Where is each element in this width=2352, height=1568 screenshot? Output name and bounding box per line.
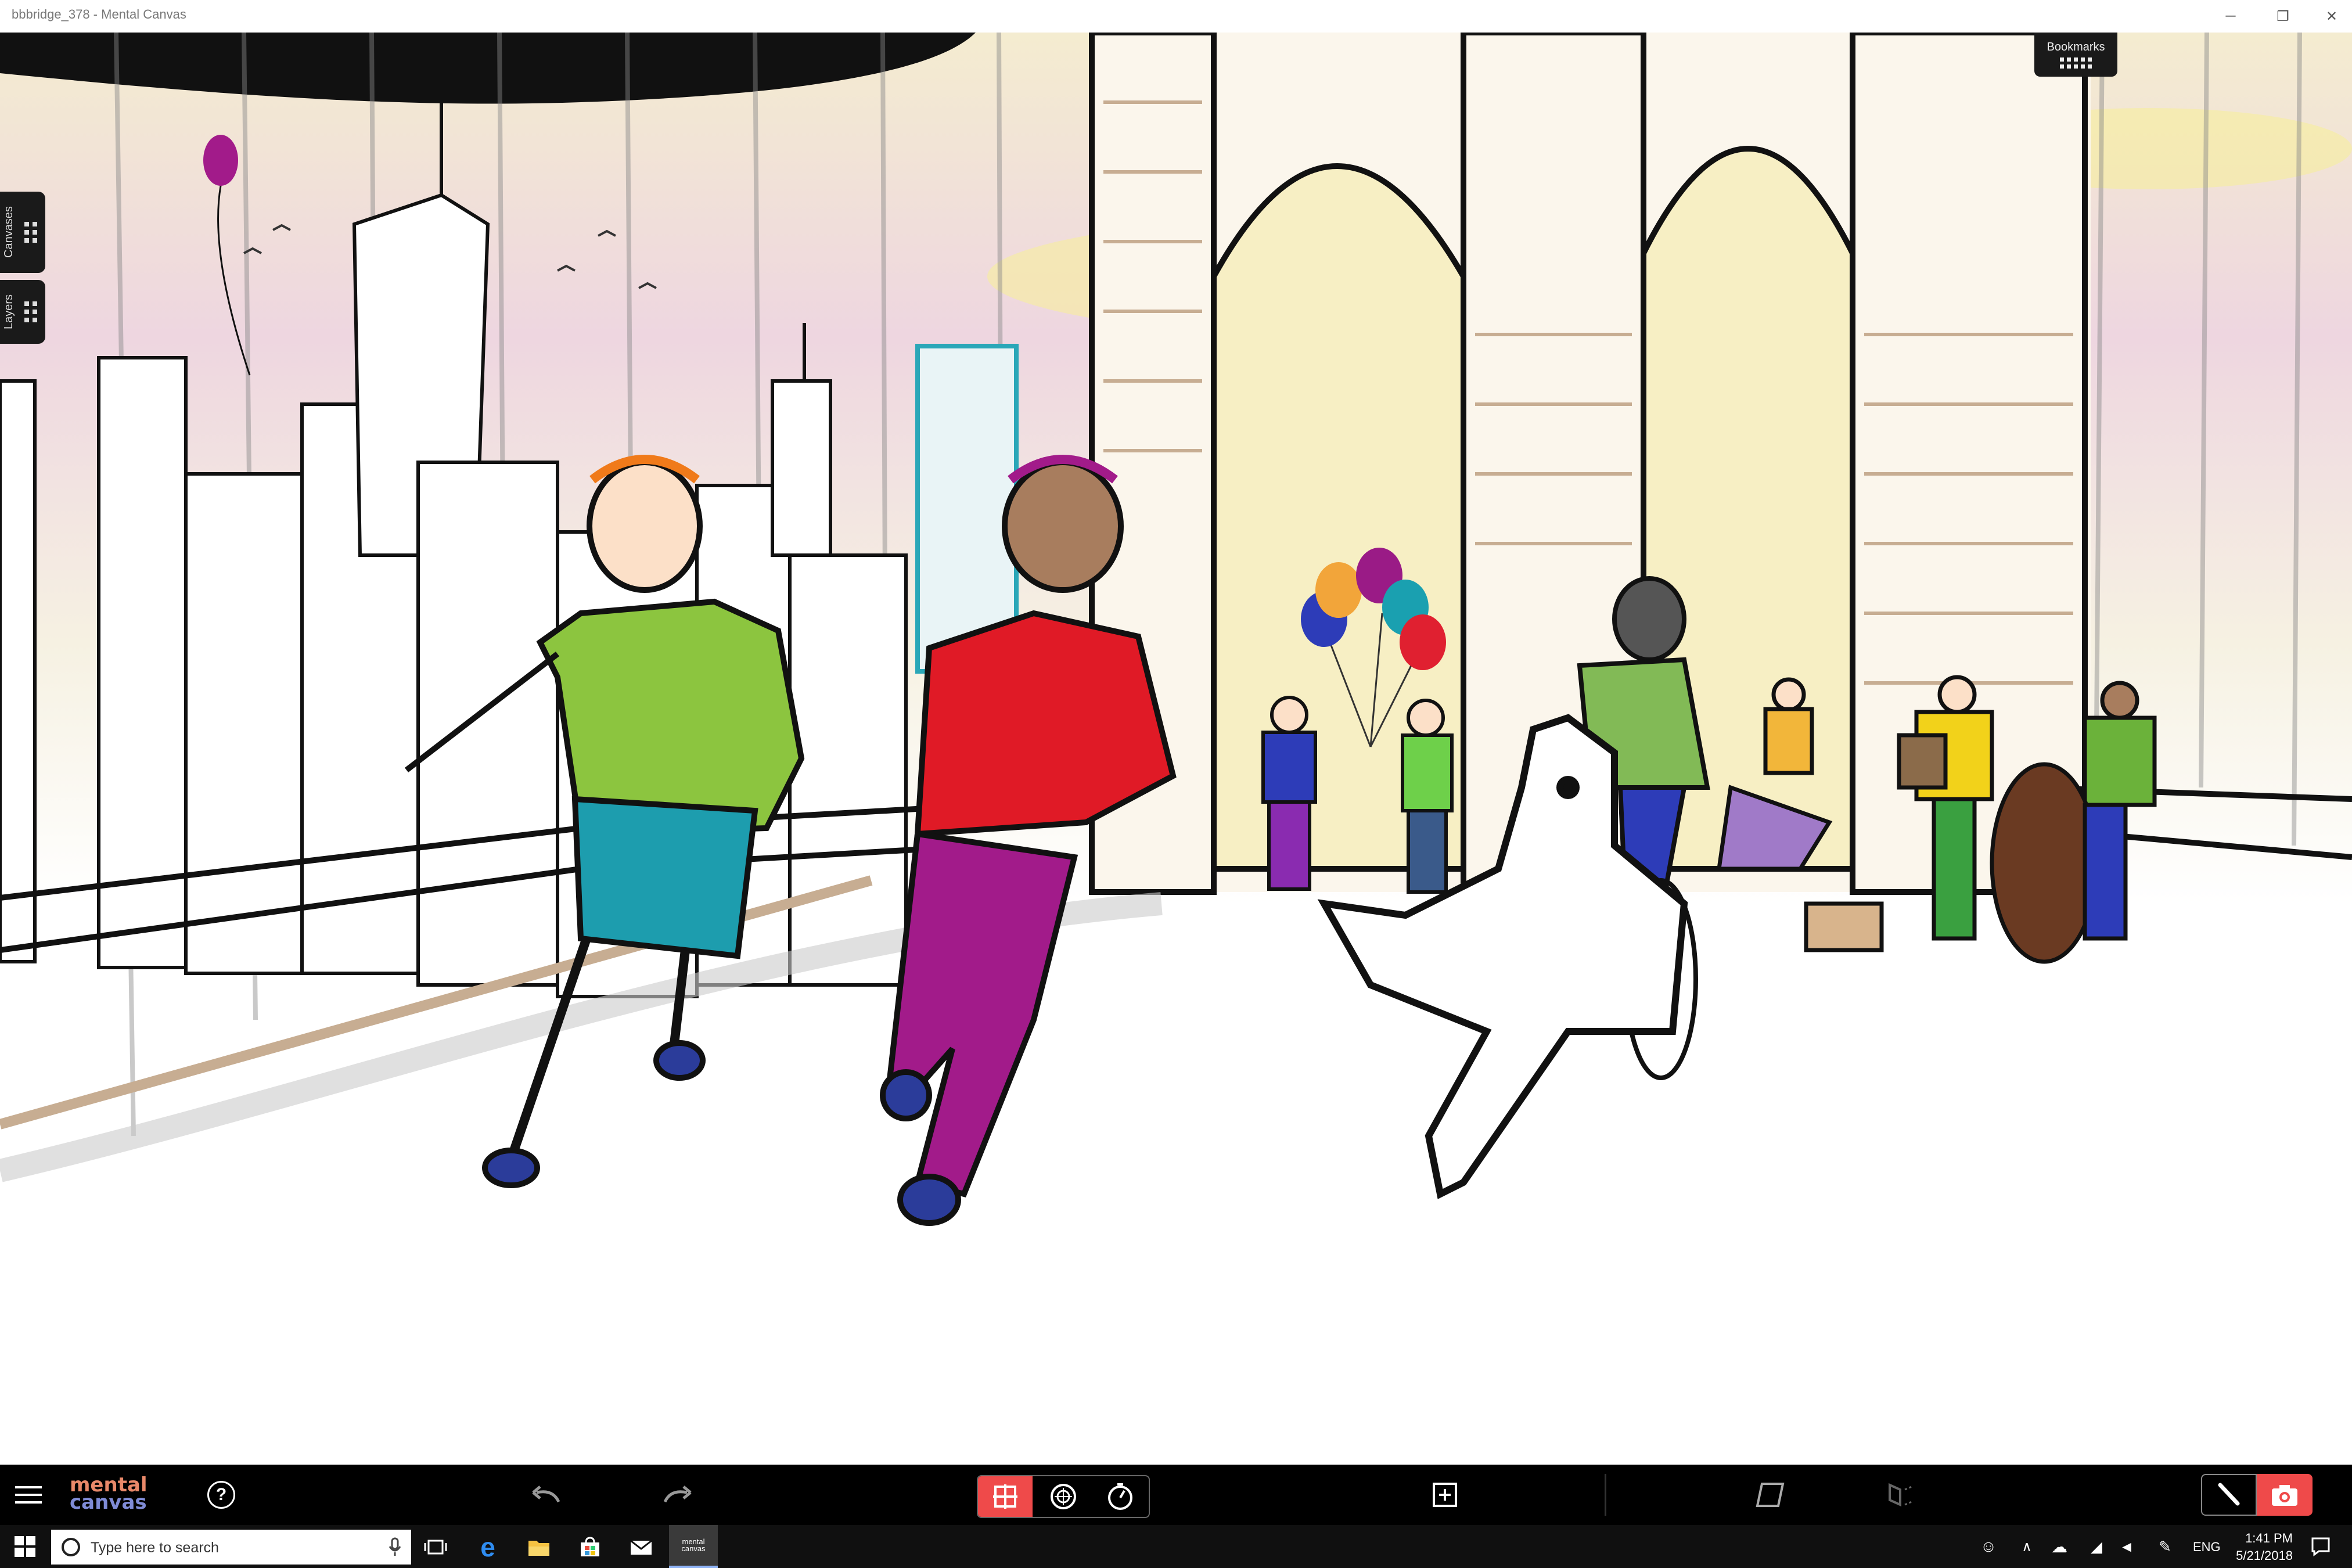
orbit-tool-button[interactable] bbox=[1036, 1476, 1091, 1517]
mental-canvas-logo: mental canvas bbox=[70, 1475, 148, 1514]
wifi-icon: ◢ bbox=[2091, 1537, 2102, 1555]
grip-icon bbox=[24, 301, 37, 322]
close-button[interactable]: ✕ bbox=[2300, 0, 2352, 33]
notification-icon bbox=[2311, 1537, 2330, 1556]
store-icon bbox=[581, 1537, 599, 1556]
file-explorer-button[interactable] bbox=[520, 1530, 558, 1565]
draw-tool-button[interactable] bbox=[2201, 1474, 2257, 1516]
close-icon: ✕ bbox=[2325, 8, 2338, 24]
help-button[interactable]: ? bbox=[207, 1481, 235, 1509]
input-language[interactable]: ENG bbox=[2193, 1540, 2221, 1555]
taskbar-search-box[interactable]: Type here to search bbox=[51, 1530, 411, 1565]
app-toolbar: mental canvas ? bbox=[0, 1465, 2352, 1525]
task-view-button[interactable] bbox=[418, 1530, 453, 1565]
windows-logo-icon bbox=[15, 1536, 35, 1557]
cloud-icon: ☁ bbox=[2051, 1537, 2067, 1556]
undo-button[interactable] bbox=[526, 1479, 566, 1511]
window-title: bbbridge_378 - Mental Canvas bbox=[12, 7, 186, 21]
edge-button[interactable]: e bbox=[469, 1530, 506, 1565]
redo-button[interactable] bbox=[657, 1479, 698, 1511]
bookmarks-button[interactable]: Bookmarks bbox=[2034, 33, 2117, 77]
clock[interactable]: 1:41 PM 5/21/2018 bbox=[2228, 1529, 2293, 1565]
bookmarks-grid-icon bbox=[2034, 57, 2117, 69]
grip-icon bbox=[24, 222, 37, 243]
orbit-tool-icon bbox=[1051, 1484, 1076, 1509]
mail-button[interactable] bbox=[623, 1530, 660, 1565]
chevron-up-icon: ∧ bbox=[2022, 1538, 2032, 1555]
balloon bbox=[203, 135, 238, 186]
bookmarks-label: Bookmarks bbox=[2047, 41, 2105, 53]
volume-icon: ◄ bbox=[2119, 1537, 2134, 1555]
mental-canvas-taskbar-button[interactable]: mental canvas bbox=[669, 1525, 718, 1568]
street-musicians bbox=[1716, 675, 2157, 964]
file-explorer-icon bbox=[528, 1541, 549, 1556]
mental-canvas-app-icon: mental canvas bbox=[681, 1537, 706, 1553]
microphone-icon bbox=[389, 1537, 401, 1556]
clock-date: 5/21/2018 bbox=[2236, 1548, 2293, 1563]
windows-taskbar: Type here to search e mental canvas ☺ ∧ … bbox=[0, 1525, 2352, 1568]
start-button[interactable] bbox=[0, 1525, 50, 1568]
help-icon: ? bbox=[215, 1485, 227, 1504]
search-placeholder: Type here to search bbox=[91, 1540, 219, 1556]
canvas-plane-icon bbox=[1756, 1483, 1785, 1507]
edge-icon: e bbox=[480, 1532, 495, 1562]
action-center-button[interactable] bbox=[2303, 1532, 2338, 1561]
camera-icon bbox=[2272, 1485, 2297, 1506]
onedrive-button[interactable]: ☁ bbox=[2047, 1532, 2072, 1561]
dolly-tool-icon bbox=[1108, 1483, 1132, 1510]
redo-icon bbox=[663, 1486, 692, 1503]
canvases-panel-tab[interactable]: Canvases bbox=[0, 192, 45, 273]
toolbar-divider bbox=[1605, 1474, 1606, 1516]
navigation-tools bbox=[977, 1475, 1150, 1518]
show-hidden-icons-button[interactable]: ∧ bbox=[2015, 1532, 2038, 1561]
hamburger-icon bbox=[15, 1486, 42, 1504]
pen-workspace-button[interactable]: ✎ bbox=[2152, 1532, 2178, 1561]
clock-time: 1:41 PM bbox=[2245, 1531, 2293, 1545]
pen-icon bbox=[2218, 1483, 2240, 1506]
layers-panel-tab[interactable]: Layers bbox=[0, 280, 45, 344]
task-view-icon bbox=[424, 1540, 447, 1555]
restore-icon: ❐ bbox=[2277, 8, 2289, 24]
mirror-button[interactable] bbox=[1882, 1479, 1919, 1511]
pen-workspace-icon: ✎ bbox=[2159, 1537, 2171, 1555]
layers-label: Layers bbox=[2, 294, 15, 330]
people-icon: ☺ bbox=[1980, 1537, 1997, 1555]
drawing-canvas[interactable]: Canvases Layers bbox=[0, 33, 2352, 1465]
volume-button[interactable]: ◄ bbox=[2115, 1532, 2138, 1561]
title-bar: bbbridge_378 - Mental Canvas ─ ❐ ✕ bbox=[0, 0, 2352, 33]
undo-icon bbox=[532, 1486, 560, 1503]
move-tool-icon bbox=[993, 1484, 1017, 1509]
add-canvas-icon bbox=[1433, 1483, 1457, 1507]
minimize-icon: ─ bbox=[2225, 8, 2236, 24]
move-tool-button[interactable] bbox=[978, 1476, 1033, 1517]
sketch-scene bbox=[0, 33, 2352, 1226]
camera-button[interactable] bbox=[2257, 1474, 2313, 1516]
people-button[interactable]: ☺ bbox=[1975, 1532, 2002, 1561]
mail-icon bbox=[630, 1540, 652, 1555]
menu-button[interactable] bbox=[13, 1480, 44, 1509]
add-canvas-button[interactable] bbox=[1429, 1479, 1461, 1511]
canvases-label: Canvases bbox=[2, 206, 15, 258]
mirror-icon bbox=[1889, 1483, 1914, 1507]
store-button[interactable] bbox=[571, 1530, 609, 1565]
logo-line-2: canvas bbox=[70, 1491, 147, 1514]
canvas-plane-button[interactable] bbox=[1752, 1479, 1789, 1511]
dolly-tool-button[interactable] bbox=[1093, 1476, 1148, 1517]
cortana-icon bbox=[62, 1538, 80, 1556]
wifi-button[interactable]: ◢ bbox=[2085, 1532, 2108, 1561]
